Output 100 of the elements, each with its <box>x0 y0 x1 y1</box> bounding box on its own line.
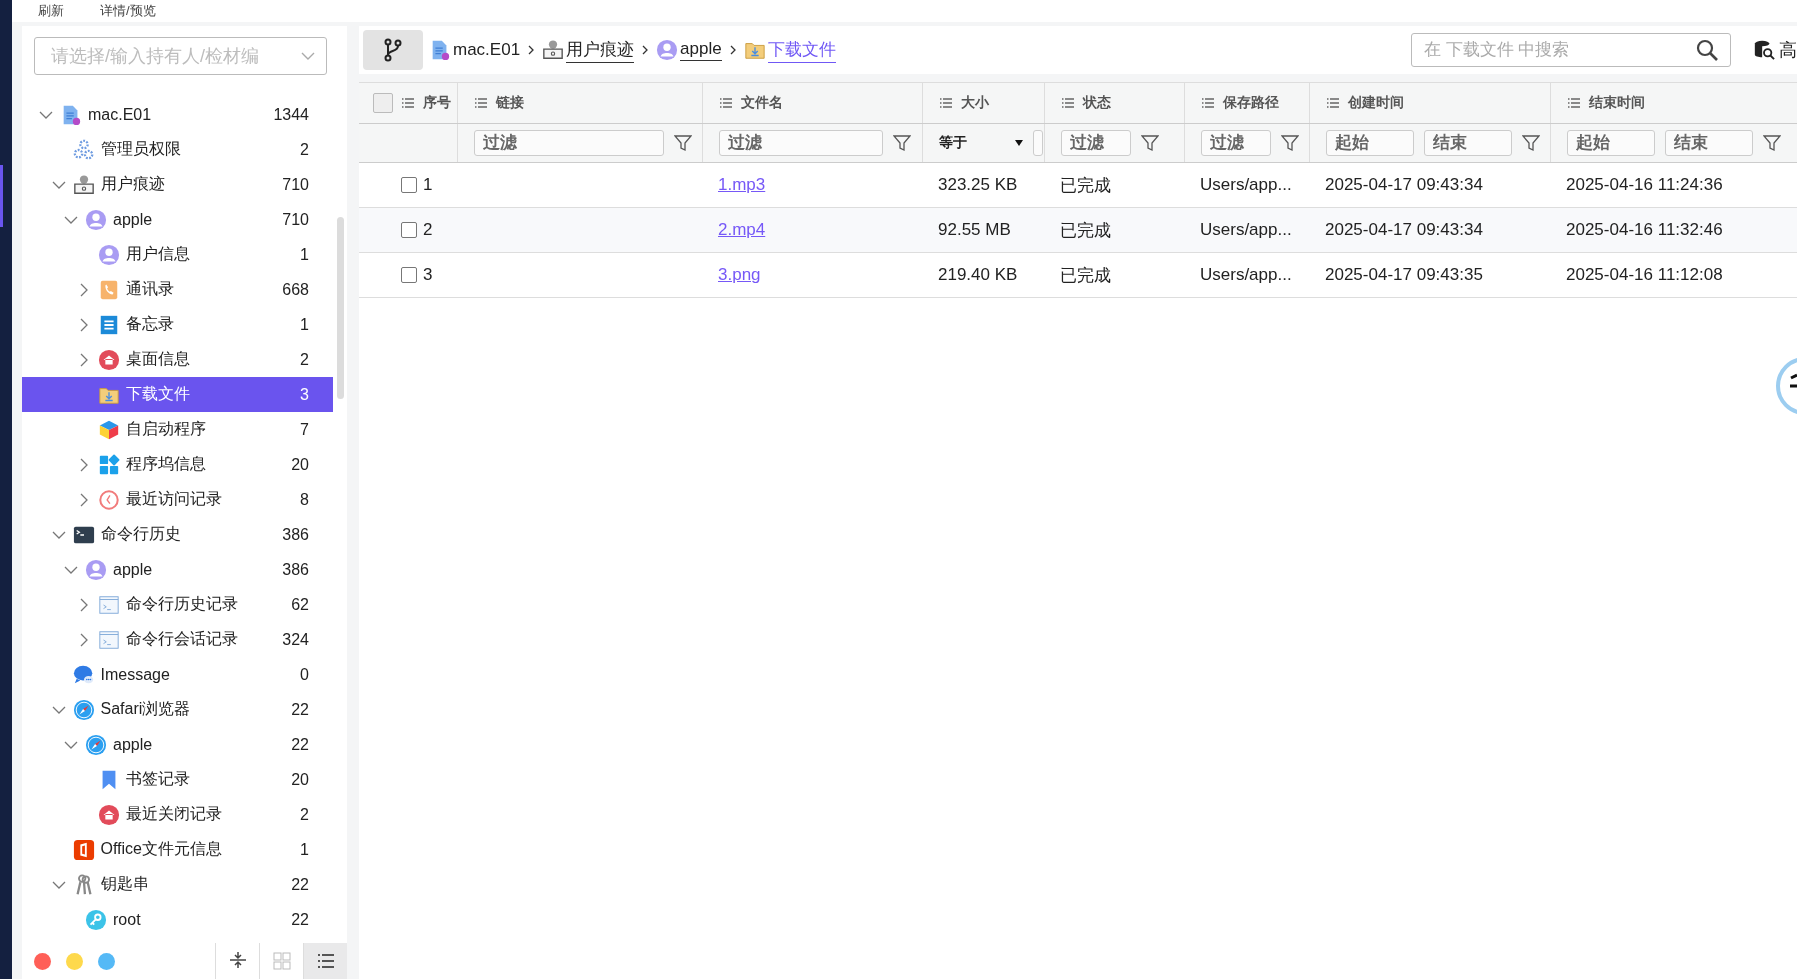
chevron-down-icon[interactable] <box>51 180 66 189</box>
filter-field[interactable]: 结束 <box>1424 130 1512 156</box>
column-header[interactable]: 保存路径 <box>1223 94 1279 112</box>
column-menu-icon[interactable] <box>1326 97 1340 109</box>
tree-item[interactable]: root 22 <box>22 902 333 937</box>
column-menu-icon[interactable] <box>1567 97 1581 109</box>
chevron-down-icon[interactable] <box>64 740 78 749</box>
tree-item[interactable]: 自启动程序 7 <box>22 412 333 447</box>
tree-item[interactable]: 钥匙串 22 <box>22 867 333 902</box>
chevron-down-icon[interactable] <box>39 110 53 119</box>
chevron-down-icon[interactable] <box>64 565 78 574</box>
filter-field[interactable]: 过滤 <box>474 130 664 156</box>
select-all-checkbox[interactable] <box>373 93 393 113</box>
chevron-right-icon[interactable] <box>79 632 88 647</box>
chevron-right-icon[interactable] <box>79 597 88 612</box>
row-checkbox[interactable] <box>401 222 417 238</box>
column-header[interactable]: 创建时间 <box>1348 94 1404 112</box>
column-menu-icon[interactable] <box>939 97 953 109</box>
branch-button[interactable] <box>363 30 423 70</box>
view-toggle[interactable] <box>303 943 347 979</box>
tree-item[interactable]: apple 22 <box>22 727 333 762</box>
tree-item[interactable]: 书签记录 20 <box>22 762 333 797</box>
tree-item[interactable]: apple 386 <box>22 552 333 587</box>
tree-item[interactable]: 用户信息 1 <box>22 237 333 272</box>
filter-icon[interactable] <box>1763 134 1781 152</box>
search-field[interactable]: 在 下载文件 中搜索 <box>1411 33 1731 67</box>
tree-item[interactable]: 桌面信息 2 <box>22 342 333 377</box>
tree-item[interactable]: 最近访问记录 8 <box>22 482 333 517</box>
tree-item[interactable]: mac.E01 1344 <box>22 97 333 132</box>
tree-item[interactable]: Office文件元信息 1 <box>22 832 333 867</box>
tree-item[interactable]: Imessage 0 <box>22 657 333 692</box>
holder-select-field[interactable]: 请选择/输入持有人/检材编 <box>34 37 327 75</box>
tree-item[interactable]: 下载文件 3 <box>22 377 333 412</box>
tree-item[interactable]: 通讯录 668 <box>22 272 333 307</box>
filter-icon[interactable] <box>1281 134 1299 152</box>
item-count: 2 <box>300 805 309 824</box>
file-link[interactable]: 3.png <box>718 265 761 285</box>
filter-field[interactable]: 起始 <box>1326 130 1414 156</box>
breadcrumb-link[interactable]: 用户痕迹 <box>566 37 635 63</box>
chevron-right-icon[interactable] <box>79 492 88 507</box>
tree-item[interactable]: 命令行会话记录 324 <box>22 622 333 657</box>
chevron-down-icon[interactable] <box>51 530 66 539</box>
filter-icon[interactable] <box>674 134 692 152</box>
menu-item[interactable]: 刷新 <box>38 2 64 20</box>
column-header[interactable]: 链接 <box>496 94 524 112</box>
tree-item[interactable]: apple 710 <box>22 202 333 237</box>
breadcrumb-link[interactable]: apple <box>680 39 722 61</box>
filter-icon[interactable] <box>1522 134 1540 152</box>
column-header[interactable]: 状态 <box>1083 94 1111 112</box>
color-dot[interactable] <box>66 952 83 970</box>
column-menu-icon[interactable] <box>401 97 415 109</box>
filter-field[interactable] <box>1033 130 1043 156</box>
tree-item[interactable]: 命令行历史 386 <box>22 517 333 552</box>
key-icon <box>85 908 107 931</box>
column-menu-icon[interactable] <box>1061 97 1075 109</box>
column-menu-icon[interactable] <box>1201 97 1215 109</box>
filter-icon[interactable] <box>1141 134 1159 152</box>
tree-item[interactable]: 管理员权限 2 <box>22 132 333 167</box>
row-number: 2 <box>423 220 433 240</box>
user-icon <box>97 243 120 266</box>
item-count: 386 <box>282 560 309 579</box>
operator-dropdown[interactable]: 等于 <box>939 134 1023 152</box>
chevron-right-icon[interactable] <box>79 317 88 332</box>
tree-item[interactable]: 最近关闭记录 2 <box>22 797 333 832</box>
column-menu-icon[interactable] <box>474 97 488 109</box>
chevron-down-icon[interactable] <box>64 215 78 224</box>
filter-field[interactable]: 过滤 <box>1201 130 1271 156</box>
column-header[interactable]: 序号 <box>423 94 451 112</box>
chevron-right-icon[interactable] <box>79 457 88 472</box>
tree-item[interactable]: 程序坞信息 20 <box>22 447 333 482</box>
filter-field[interactable]: 起始 <box>1567 130 1655 156</box>
menu-item[interactable]: 详情/预览 <box>100 2 156 20</box>
item-count: 386 <box>282 525 309 544</box>
column-menu-icon[interactable] <box>719 97 733 109</box>
filter-icon[interactable] <box>893 134 911 152</box>
color-dot[interactable] <box>98 952 115 970</box>
chevron-right-icon[interactable] <box>79 352 88 367</box>
filter-field[interactable]: 过滤 <box>719 130 883 156</box>
advanced-search-button[interactable]: 高 <box>1753 38 1797 62</box>
item-count: 710 <box>282 210 309 229</box>
tree-item[interactable]: Safari浏览器 22 <box>22 692 333 727</box>
file-link[interactable]: 2.mp4 <box>718 220 766 240</box>
column-header[interactable]: 大小 <box>961 94 989 112</box>
chevron-down-icon[interactable] <box>51 880 66 889</box>
tree-item[interactable]: 命令行历史记录 62 <box>22 587 333 622</box>
chevron-right-icon[interactable] <box>79 282 88 297</box>
file-link[interactable]: 1.mp3 <box>718 175 766 195</box>
breadcrumb-link[interactable]: 下载文件 <box>767 37 836 63</box>
tree-item[interactable]: 备忘录 1 <box>22 307 333 342</box>
color-dot[interactable] <box>34 952 51 970</box>
row-checkbox[interactable] <box>401 177 417 193</box>
filter-field[interactable]: 结束 <box>1665 130 1753 156</box>
column-header[interactable]: 结束时间 <box>1589 94 1645 112</box>
column-header[interactable]: 文件名 <box>741 94 783 112</box>
row-checkbox[interactable] <box>401 267 417 283</box>
chevron-down-icon[interactable] <box>51 705 66 714</box>
filter-field[interactable]: 过滤 <box>1061 130 1131 156</box>
tree-item[interactable]: 用户痕迹 710 <box>22 167 333 202</box>
assistant-icon[interactable] <box>1775 356 1797 416</box>
breadcrumb-link[interactable]: mac.E01 <box>453 39 521 61</box>
